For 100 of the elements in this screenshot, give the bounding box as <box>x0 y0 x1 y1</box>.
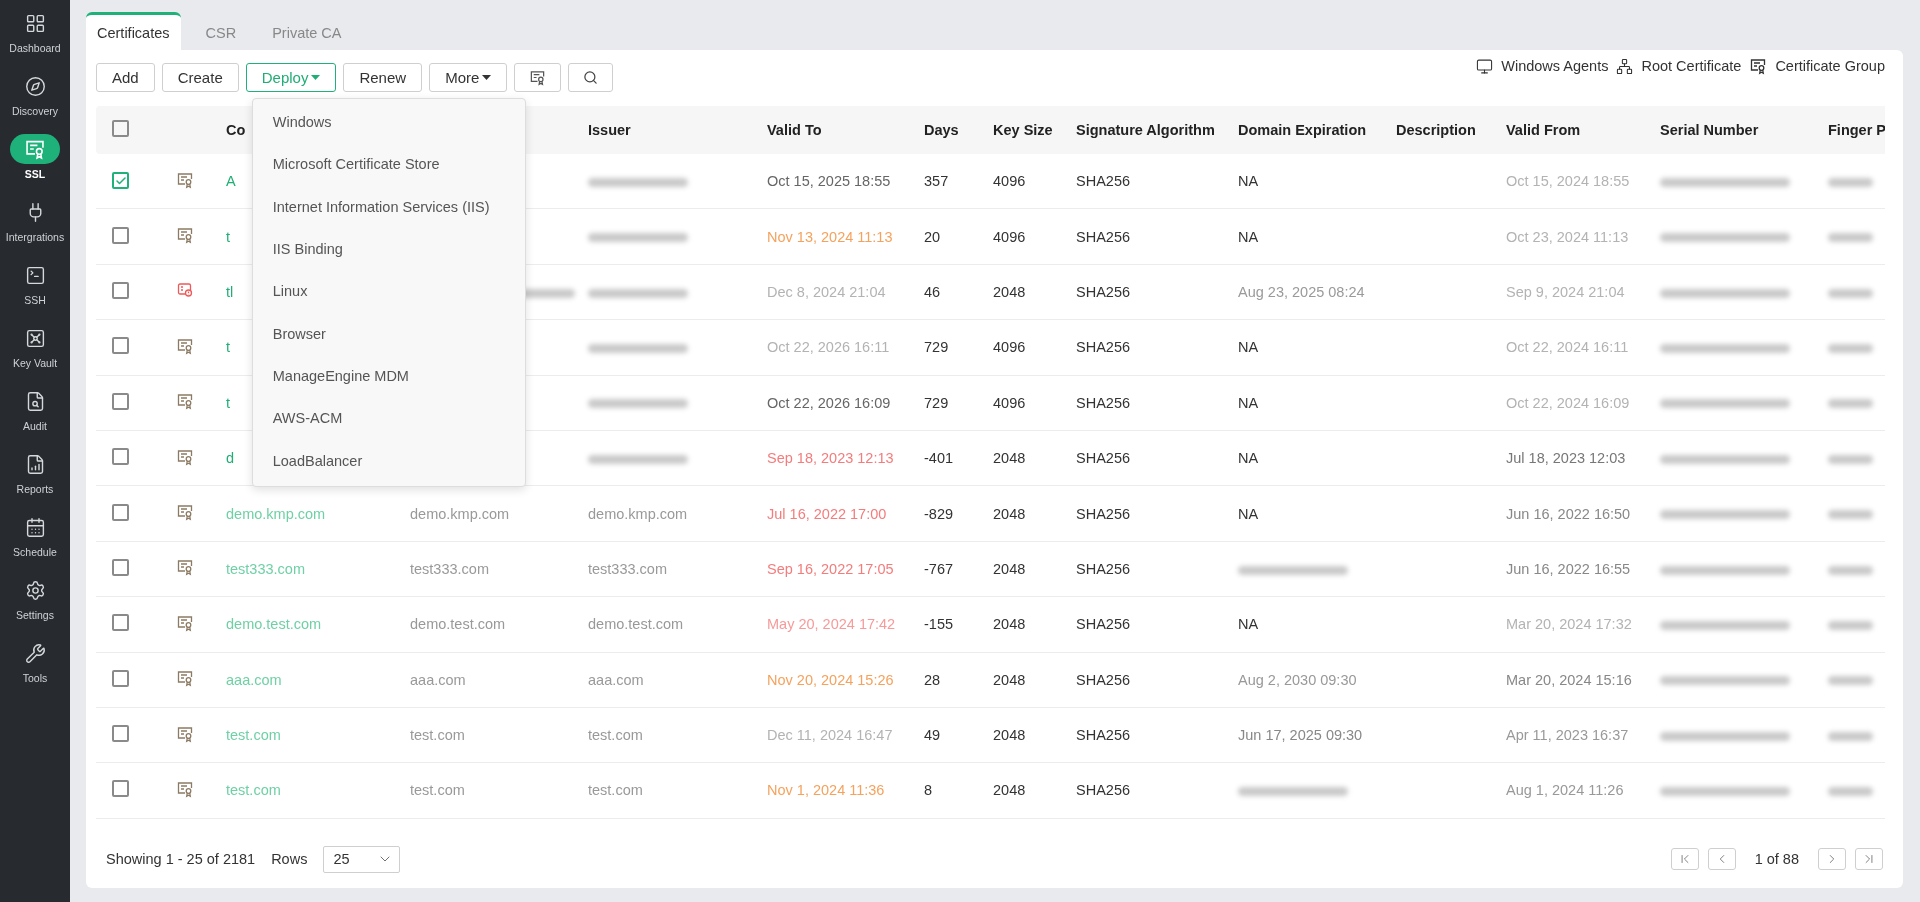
menu-item[interactable]: Browser <box>252 312 525 355</box>
network-icon <box>1616 57 1634 75</box>
table-cell: Sep 16, 2022 17:05 <box>767 560 894 577</box>
table-cell: 4096 <box>993 394 1026 411</box>
menu-item[interactable]: IIS Binding <box>252 227 525 271</box>
table-cell: Oct 22, 2026 16:09 <box>767 394 891 411</box>
column-header[interactable]: Serial Number <box>1660 122 1759 138</box>
last-page-button[interactable] <box>1855 848 1883 870</box>
checkbox[interactable] <box>112 120 129 137</box>
menu-item[interactable]: Linux <box>252 270 525 313</box>
menu-item[interactable]: Windows <box>252 101 525 144</box>
table-cell: -401 <box>924 450 954 467</box>
menu-item[interactable]: ManageEngine MDM <box>252 354 525 398</box>
tab[interactable]: Certificates <box>86 12 181 50</box>
checkbox[interactable] <box>112 503 129 521</box>
table-cell: 2048 <box>993 505 1026 522</box>
last-page-icon <box>1862 852 1876 866</box>
table-cell: SHA256 <box>1076 394 1130 411</box>
table-cell: Dec 8, 2024 21:04 <box>767 283 886 300</box>
checkbox[interactable] <box>112 172 129 190</box>
checkbox[interactable] <box>112 558 129 576</box>
sidebar-label: Key Vault <box>12 357 58 369</box>
checkbox[interactable] <box>112 392 129 410</box>
menu-item[interactable]: LoadBalancer <box>252 439 525 482</box>
table-cell: test333.com <box>588 560 667 577</box>
table-cell: SHA256 <box>1076 782 1130 799</box>
table-cell: Sep 18, 2023 12:13 <box>767 450 894 467</box>
sidebar-label: Intergrations <box>5 231 65 243</box>
blurred-text <box>1828 676 1873 686</box>
column-header[interactable]: Issuer <box>588 122 631 138</box>
caret-icon <box>311 74 321 81</box>
table-cell: demo.test.com <box>410 616 506 633</box>
checkbox[interactable] <box>112 226 129 244</box>
menu-item[interactable]: Microsoft Certificate Store <box>252 143 525 186</box>
sidebar-label: SSL <box>24 168 46 180</box>
table-cell: 2048 <box>993 450 1026 467</box>
search-icon <box>583 70 599 85</box>
table-cell: demo.kmp.com <box>588 505 688 522</box>
table-cell: 4096 <box>993 228 1026 245</box>
table-cell: demo.test.com <box>588 616 684 633</box>
table-cell: NA <box>1238 339 1259 356</box>
column-header[interactable]: Valid To <box>767 122 822 138</box>
blurred-text <box>1828 565 1873 575</box>
table-cell: 2048 <box>993 283 1026 300</box>
table-cell: -767 <box>924 560 954 577</box>
menu-item[interactable]: AWS-ACM <box>252 397 525 440</box>
toolbar-button[interactable]: Renew <box>343 63 423 92</box>
certificate-warning-icon <box>176 281 194 300</box>
table-cell: SHA256 <box>1076 450 1130 467</box>
table-cell: 20 <box>924 228 941 245</box>
certificate-icon <box>1749 57 1768 75</box>
table-cell: May 20, 2024 17:42 <box>767 616 896 633</box>
toolbar-link[interactable]: Windows Agents <box>1501 58 1609 74</box>
certificate-icon <box>176 724 194 743</box>
table-cell: Sep 9, 2024 21:04 <box>1506 283 1625 300</box>
table-cell: 28 <box>924 671 941 688</box>
certificate-icon <box>24 138 46 160</box>
checkbox[interactable] <box>112 281 129 299</box>
checkbox[interactable] <box>112 337 129 355</box>
certificate-icon <box>176 613 194 632</box>
results-summary: Showing 1 - 25 of 2181 <box>106 851 256 867</box>
blurred-text <box>1828 344 1873 354</box>
table-cell: Jul 18, 2023 12:03 <box>1506 450 1626 467</box>
checkbox[interactable] <box>112 725 129 743</box>
column-header[interactable]: Days <box>924 122 959 138</box>
column-header[interactable]: Co <box>226 122 246 138</box>
settings-icon <box>24 579 46 601</box>
column-header[interactable]: Valid From <box>1506 122 1581 138</box>
toolbar-link[interactable]: Certificate Group <box>1775 58 1885 74</box>
table-cell: NA <box>1238 616 1259 633</box>
toolbar-button[interactable]: Add <box>96 63 155 92</box>
blurred-text <box>1828 787 1873 797</box>
sidebar-label: Reports <box>16 483 54 495</box>
certificate-icon <box>176 170 194 189</box>
checkbox[interactable] <box>112 448 129 466</box>
blurred-text <box>1828 621 1873 630</box>
checkbox[interactable] <box>112 614 129 632</box>
certificate-icon <box>176 558 194 577</box>
rows-label: Rows <box>271 851 308 867</box>
toolbar-button[interactable]: Create <box>161 63 239 92</box>
calendar-icon <box>24 516 46 538</box>
table-cell: Apr 11, 2023 16:37 <box>1506 727 1629 744</box>
search-button[interactable] <box>568 63 614 92</box>
first-page-button[interactable] <box>1670 848 1699 870</box>
table-cell: 4096 <box>993 339 1026 356</box>
column-settings-button[interactable] <box>514 63 562 92</box>
table-cell: Nov 13, 2024 11:13 <box>767 228 893 245</box>
menu-item[interactable]: Internet Information Services (IIS) <box>252 185 525 228</box>
table-cell: 2048 <box>993 616 1026 633</box>
certificate-icon <box>176 669 194 688</box>
toolbar-link[interactable]: Root Certificate <box>1641 58 1742 74</box>
table-cell: Mar 20, 2024 15:16 <box>1506 671 1632 688</box>
table-cell: Oct 15, 2024 18:55 <box>1506 173 1630 190</box>
sidebar-item[interactable] <box>10 134 60 164</box>
dropdown-button[interactable]: More <box>429 63 508 92</box>
certificate-icon <box>176 503 194 522</box>
rows-select[interactable]: 25 <box>323 845 401 873</box>
checkbox[interactable] <box>112 780 129 798</box>
checkbox[interactable] <box>112 669 129 687</box>
table-cell: demo.kmp.com <box>410 505 510 522</box>
